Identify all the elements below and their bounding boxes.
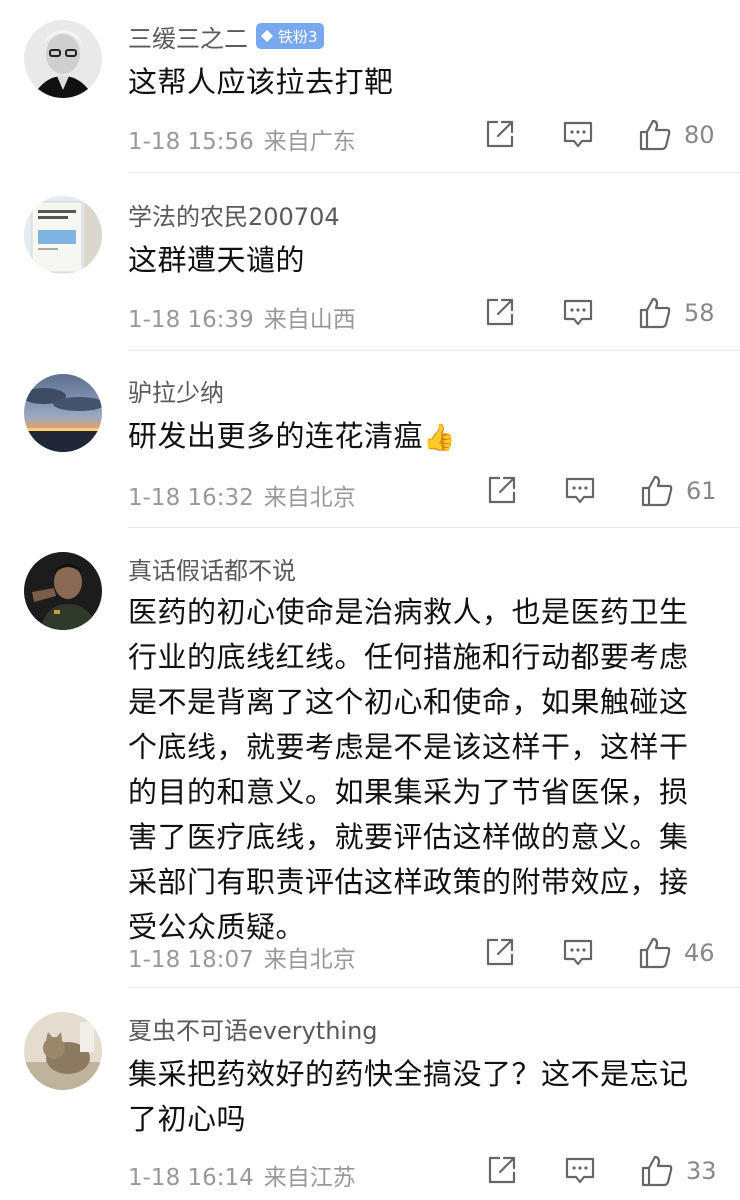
reply-button[interactable] [562, 118, 594, 150]
comment-meta: 1-18 16:39 来自山西 [128, 300, 356, 334]
comment-text-line: 的目的和意义。如果集采为了节省医保，损 [128, 775, 689, 809]
like-count: 61 [686, 477, 717, 505]
like-button[interactable]: 46 [638, 936, 715, 970]
location: 来自北京 [263, 485, 356, 511]
avatar[interactable] [24, 196, 102, 274]
comment-text: 医药的初心使命是治病救人，也是医药卫生 行业的底线红线。任何措施和行动都要考虑 … [128, 590, 718, 950]
thumbs-up-icon [641, 1155, 673, 1187]
comment-item: 夏虫不可语everything 集采把药效好的药快全搞没了？这不是忘记 了初心吗… [0, 988, 740, 1200]
share-icon [488, 476, 516, 504]
like-count: 80 [684, 121, 715, 149]
avatar[interactable] [24, 374, 102, 452]
timestamp: 1-18 16:32 [128, 485, 254, 511]
comment-footer: 1-18 15:56 来自广东 80 [128, 116, 718, 156]
comment-meta: 1-18 18:07 来自北京 [128, 940, 356, 974]
comment-text: 研发出更多的连花清瘟👍 [128, 414, 718, 461]
thumbs-up-icon [639, 297, 671, 329]
share-icon [486, 938, 514, 966]
share-icon [488, 1156, 516, 1184]
comment-icon [563, 121, 593, 148]
location: 来自广东 [263, 129, 356, 155]
comment-text-line: 研发出更多的连花清瘟 [128, 419, 424, 453]
reply-button[interactable] [564, 474, 596, 506]
timestamp: 1-18 15:56 [128, 129, 254, 155]
like-count: 58 [684, 299, 715, 327]
comment-text: 这帮人应该拉去打靶 [128, 60, 718, 105]
timestamp: 1-18 16:14 [128, 1165, 254, 1191]
like-button[interactable]: 61 [640, 474, 717, 508]
thumbs-up-emoji: 👍 [423, 423, 456, 453]
name-line: 驴拉少纳 [128, 372, 224, 408]
location: 来自山西 [263, 307, 356, 333]
comment-meta: 1-18 16:14 来自江苏 [128, 1158, 356, 1192]
thumbs-up-icon [641, 475, 673, 507]
comment-text: 集采把药效好的药快全搞没了？这不是忘记 了初心吗 [128, 1052, 718, 1142]
comment-text-line: 这帮人应该拉去打靶 [128, 65, 394, 99]
share-button[interactable] [486, 1154, 518, 1186]
thumbs-up-icon [639, 119, 671, 151]
comment-text-line: 行业的底线红线。任何措施和行动都要考虑 [128, 640, 689, 674]
comment-icon [563, 939, 593, 966]
diamond-icon [261, 30, 273, 42]
location: 来自江苏 [263, 1165, 356, 1191]
like-count: 33 [686, 1157, 717, 1185]
share-button[interactable] [484, 118, 516, 150]
comment-icon [563, 299, 593, 326]
name-line: 真话假话都不说 [128, 550, 296, 586]
share-button[interactable] [484, 936, 516, 968]
comment-item: 真话假话都不说 医药的初心使命是治病救人，也是医药卫生 行业的底线红线。任何措施… [0, 528, 740, 988]
avatar[interactable] [24, 552, 102, 630]
comment-text-line: 个底线，就要考虑是不是该这样干，这样干 [128, 730, 689, 764]
like-button[interactable]: 80 [638, 118, 715, 152]
comment-icon [565, 1157, 595, 1184]
reply-button[interactable] [562, 296, 594, 328]
comment-text: 这群遭天谴的 [128, 238, 718, 283]
comment-text-line: 这群遭天谴的 [128, 243, 306, 277]
timestamp: 1-18 18:07 [128, 947, 254, 973]
username[interactable]: 真话假话都不说 [128, 551, 296, 586]
name-line: 三缓三之二 铁粉3 [128, 18, 324, 54]
like-button[interactable]: 33 [640, 1154, 717, 1188]
share-button[interactable] [486, 474, 518, 506]
like-count: 46 [684, 939, 715, 967]
share-icon [486, 120, 514, 148]
comment-footer: 1-18 16:39 来自山西 58 [128, 294, 718, 334]
share-icon [486, 298, 514, 326]
comment-text-line: 医药的初心使命是治病救人，也是医药卫生 [128, 595, 689, 629]
username[interactable]: 学法的农民200704 [128, 197, 340, 232]
comment-text-line: 了初心吗 [128, 1102, 247, 1136]
fan-badge[interactable]: 铁粉3 [256, 23, 324, 49]
like-button[interactable]: 58 [638, 296, 715, 330]
timestamp: 1-18 16:39 [128, 307, 254, 333]
comment-text-line: 是不是背离了这个初心和使命，如果触碰这 [128, 685, 689, 719]
comment-text-line: 害了医疗底线，就要评估这样做的意义。集 [128, 820, 689, 854]
username[interactable]: 三缓三之二 [128, 19, 248, 54]
comment-item: 三缓三之二 铁粉3 这帮人应该拉去打靶 1-18 15:56 来自广东 80 [0, 0, 740, 176]
location: 来自北京 [263, 947, 356, 973]
username[interactable]: 夏虫不可语everything [128, 1011, 378, 1046]
comment-meta: 1-18 15:56 来自广东 [128, 122, 356, 156]
reply-button[interactable] [562, 936, 594, 968]
comment-meta: 1-18 16:32 来自北京 [128, 478, 356, 512]
name-line: 夏虫不可语everything [128, 1010, 378, 1046]
comment-footer: 1-18 16:32 来自北京 61 [128, 472, 718, 512]
comment-item: 驴拉少纳 研发出更多的连花清瘟👍 1-18 16:32 来自北京 61 [0, 352, 740, 528]
divider [128, 350, 740, 351]
comment-icon [565, 477, 595, 504]
share-button[interactable] [484, 296, 516, 328]
comment-footer: 1-18 16:14 来自江苏 33 [128, 1152, 718, 1192]
comment-item: 学法的农民200704 这群遭天谴的 1-18 16:39 来自山西 58 [0, 176, 740, 352]
name-line: 学法的农民200704 [128, 196, 340, 232]
avatar[interactable] [24, 1012, 102, 1090]
username[interactable]: 驴拉少纳 [128, 373, 224, 408]
comment-text-line: 集采把药效好的药快全搞没了？这不是忘记 [128, 1057, 689, 1091]
avatar[interactable] [24, 20, 102, 98]
reply-button[interactable] [564, 1154, 596, 1186]
thumbs-up-icon [639, 937, 671, 969]
comment-footer: 1-18 18:07 来自北京 46 [128, 934, 718, 974]
comment-text-line: 采部门有职责评估这样政策的附带效应，接 [128, 865, 689, 899]
badge-label: 铁粉3 [278, 27, 318, 46]
divider [128, 172, 740, 173]
